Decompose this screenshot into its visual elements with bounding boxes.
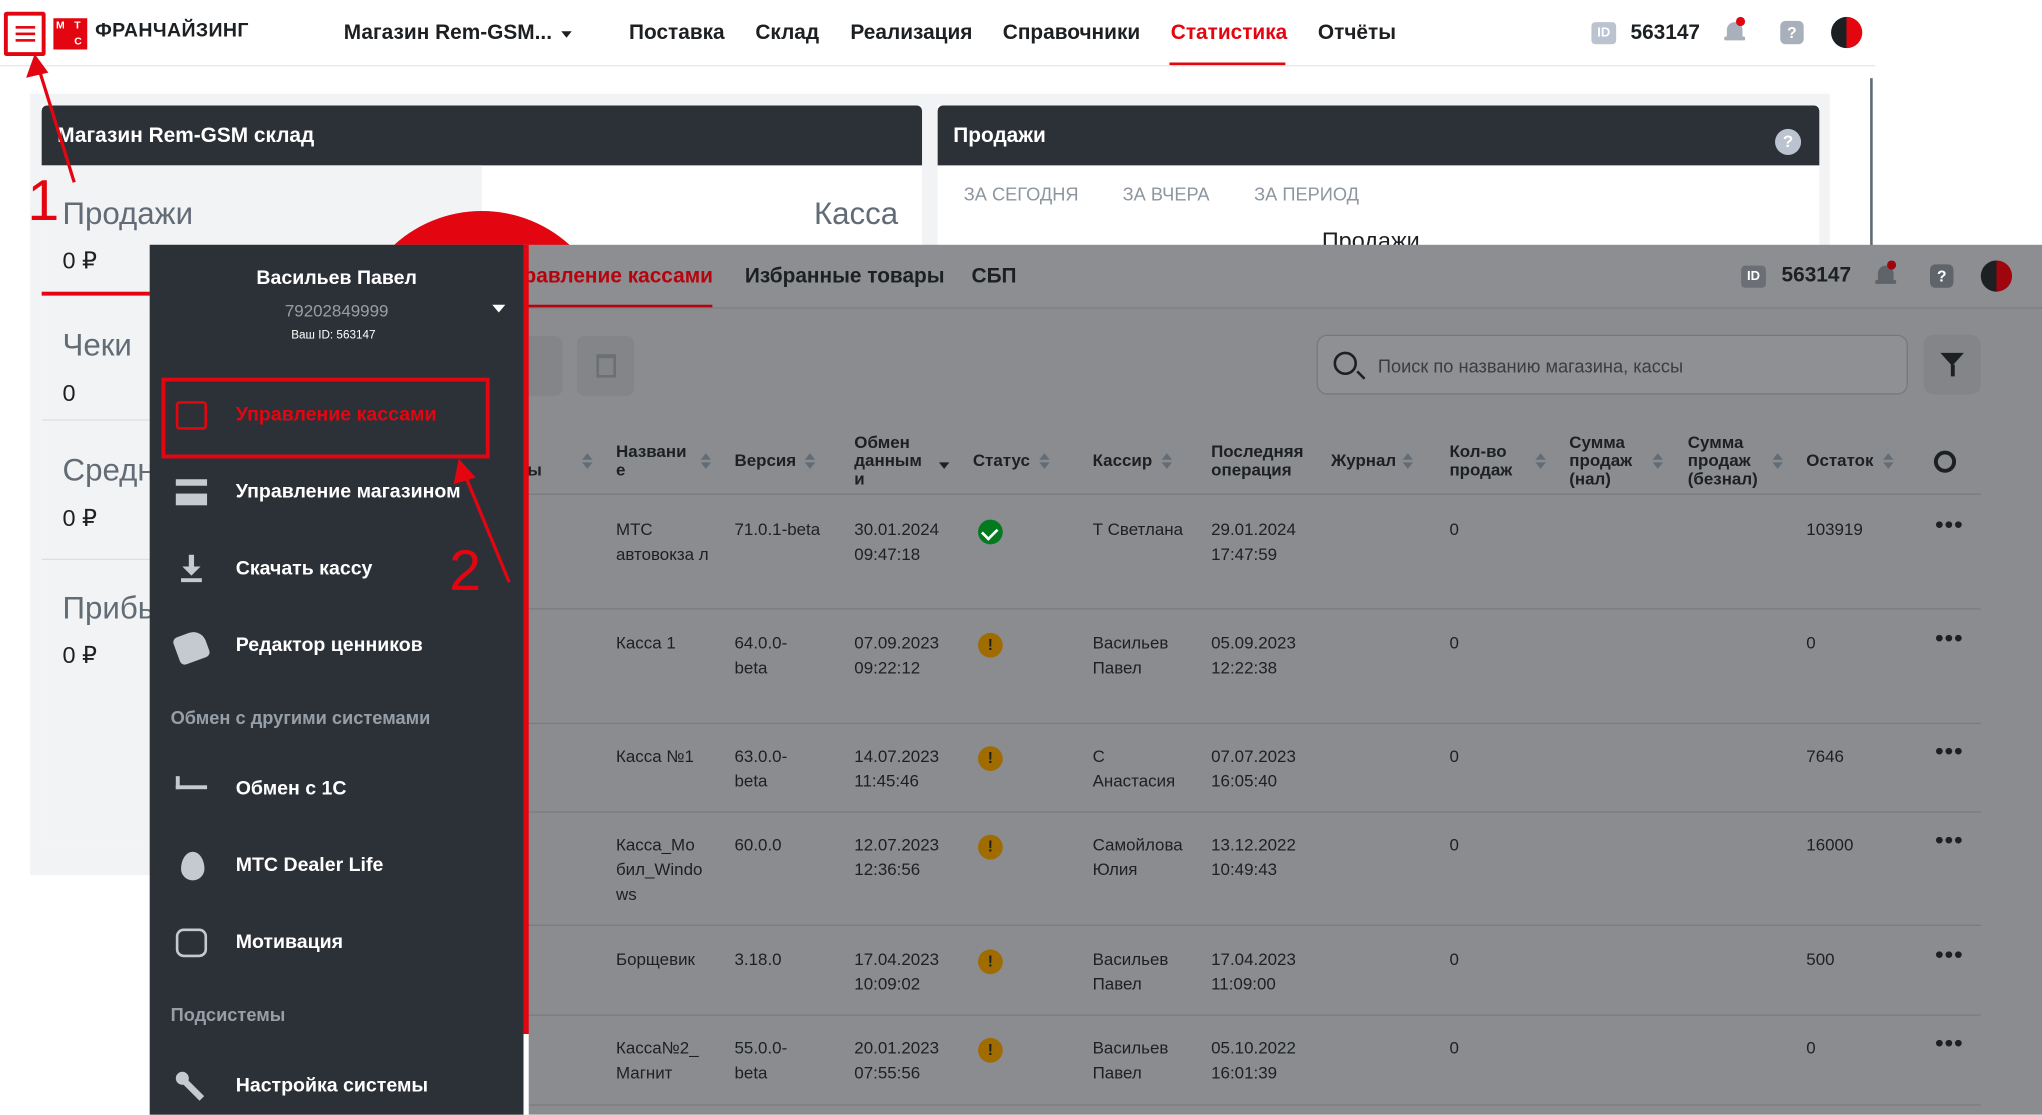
screenshot-stage: М Т С ФРАНЧАЙЗИНГ Магазин Rem-GSM... Пос… [0, 0, 2042, 1115]
arrowhead-2 [453, 458, 476, 485]
arrow-2 [462, 470, 511, 583]
annotation-arrows [26, 53, 511, 583]
arrow-1 [36, 64, 76, 183]
arrowhead-1 [26, 53, 49, 78]
